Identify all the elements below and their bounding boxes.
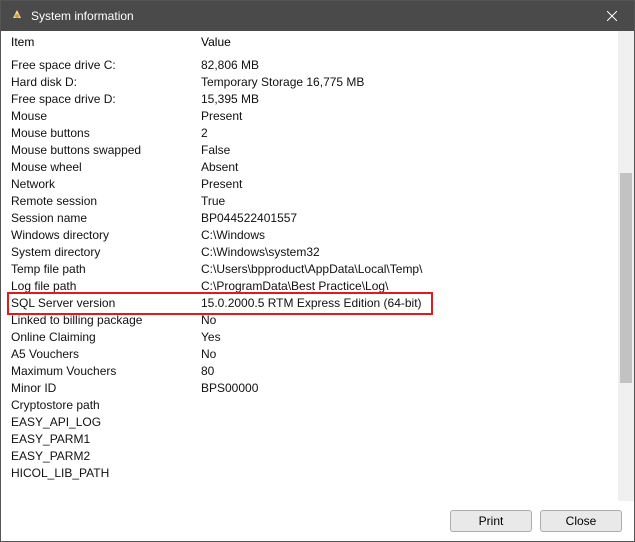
item-value: Present [201,108,624,125]
list-item[interactable]: Minor IDBPS00000 [11,380,624,397]
list-item[interactable]: EASY_PARM2 [11,448,624,465]
item-value: Absent [201,159,624,176]
list-item[interactable]: System directoryC:\Windows\system32 [11,244,624,261]
list-item[interactable]: NetworkPresent [11,176,624,193]
item-value: 15,395 MB [201,91,624,108]
title-bar[interactable]: System information [1,1,634,31]
item-label: Mouse buttons [11,125,201,142]
list-item[interactable]: Log file pathC:\ProgramData\Best Practic… [11,278,624,295]
close-icon [607,11,617,21]
list-item[interactable]: Maximum Vouchers80 [11,363,624,380]
list-item[interactable]: Windows directoryC:\Windows [11,227,624,244]
item-value: True [201,193,624,210]
item-value: BP044522401557 [201,210,624,227]
item-value: C:\Windows\system32 [201,244,624,261]
item-label: Free space drive D: [11,91,201,108]
list-item[interactable]: HICOL_LIB_PATH [11,465,624,482]
list-item[interactable]: Mouse buttons swappedFalse [11,142,624,159]
item-label: Minor ID [11,380,201,397]
item-label: Remote session [11,193,201,210]
item-value: C:\Windows [201,227,624,244]
item-value: 15.0.2000.5 RTM Express Edition (64-bit) [201,295,624,312]
item-label: Mouse wheel [11,159,201,176]
column-headers[interactable]: Item Value [1,31,634,53]
item-label: A5 Vouchers [11,346,201,363]
list-item[interactable]: Hard disk D:Temporary Storage 16,775 MB [11,74,624,91]
item-value [201,448,624,465]
list-item[interactable]: EASY_API_LOG [11,414,624,431]
window-close-button[interactable] [590,1,634,31]
item-value: False [201,142,624,159]
item-label: System directory [11,244,201,261]
item-label: Mouse [11,108,201,125]
list-item[interactable]: Cryptostore path [11,397,624,414]
list-item[interactable]: Temp file pathC:\Users\bpproduct\AppData… [11,261,624,278]
list-item[interactable]: SQL Server version15.0.2000.5 RTM Expres… [11,295,624,312]
item-label: Windows directory [11,227,201,244]
item-label: Network [11,176,201,193]
item-value: No [201,312,624,329]
item-label: Temp file path [11,261,201,278]
window-title: System information [31,9,590,23]
item-label: Mouse buttons swapped [11,142,201,159]
item-label: Session name [11,210,201,227]
item-label: Maximum Vouchers [11,363,201,380]
list-item[interactable]: Linked to billing packageNo [11,312,624,329]
list-item[interactable]: Mouse wheelAbsent [11,159,624,176]
item-value: C:\ProgramData\Best Practice\Log\ [201,278,624,295]
content-area: Item Value Free space drive C:82,806 MBH… [1,31,634,501]
print-button[interactable]: Print [450,510,532,532]
close-button[interactable]: Close [540,510,622,532]
item-label: EASY_PARM2 [11,448,201,465]
item-value [201,431,624,448]
item-value: 82,806 MB [201,57,624,74]
item-label: Log file path [11,278,201,295]
item-label: Cryptostore path [11,397,201,414]
rows-container: Free space drive C:82,806 MBHard disk D:… [1,53,634,482]
item-label: Hard disk D: [11,74,201,91]
item-label: EASY_PARM1 [11,431,201,448]
list-item[interactable]: Free space drive C:82,806 MB [11,57,624,74]
header-value[interactable]: Value [201,35,624,49]
list-item[interactable]: A5 VouchersNo [11,346,624,363]
item-value: BPS00000 [201,380,624,397]
item-value: Present [201,176,624,193]
list-item[interactable]: Mouse buttons2 [11,125,624,142]
list-item[interactable]: Online ClaimingYes [11,329,624,346]
scrollbar-track[interactable] [618,31,634,501]
list-item[interactable]: EASY_PARM1 [11,431,624,448]
item-value [201,397,624,414]
list-item[interactable]: MousePresent [11,108,624,125]
list-item[interactable]: Session nameBP044522401557 [11,210,624,227]
item-value [201,414,624,431]
list-item[interactable]: Remote sessionTrue [11,193,624,210]
header-item[interactable]: Item [11,35,201,49]
app-icon [9,8,25,24]
item-label: HICOL_LIB_PATH [11,465,201,482]
item-value: Yes [201,329,624,346]
scrollbar-thumb[interactable] [620,173,632,383]
list-item[interactable]: Free space drive D:15,395 MB [11,91,624,108]
item-label: EASY_API_LOG [11,414,201,431]
item-value: 80 [201,363,624,380]
button-bar: Print Close [1,501,634,541]
item-value: C:\Users\bpproduct\AppData\Local\Temp\ [201,261,624,278]
item-value [201,465,624,482]
item-label: SQL Server version [11,295,201,312]
item-value: 2 [201,125,624,142]
item-label: Free space drive C: [11,57,201,74]
item-value: No [201,346,624,363]
item-value: Temporary Storage 16,775 MB [201,74,624,91]
item-label: Online Claiming [11,329,201,346]
item-label: Linked to billing package [11,312,201,329]
